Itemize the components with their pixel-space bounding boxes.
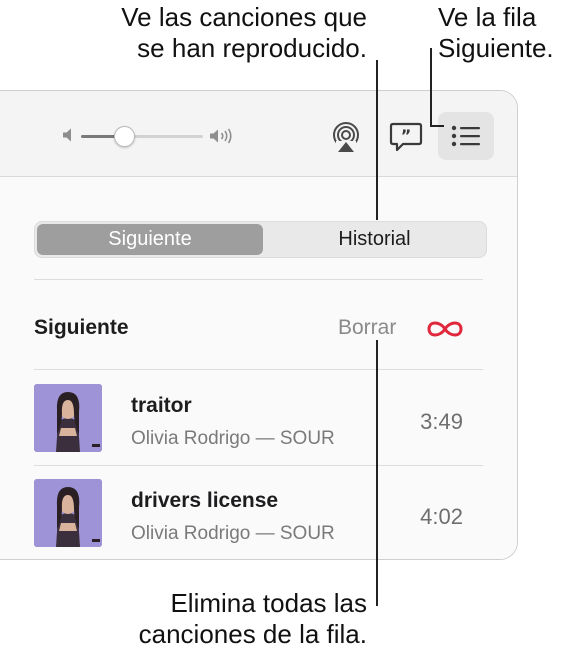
queue-title: Siguiente [34,316,129,339]
song-title: traitor [131,394,192,417]
speaker-low-icon [63,128,71,142]
volume-slider[interactable] [81,126,203,147]
callout-upnext-line2: Siguiente. [438,33,554,63]
song-artist-album: Olivia Rodrigo — SOUR [131,428,335,449]
speaker-high-icon [210,128,232,144]
callout-history-line1: Ve las canciones que [121,2,367,32]
song-duration: 3:49 [420,409,463,434]
callout-upnext: Ve la fila Siguiente. [438,2,554,64]
callout-upnext-line1: Ve la fila [438,2,537,32]
tab-historial[interactable]: Historial [263,224,486,255]
divider [34,465,483,466]
album-artwork [34,384,102,452]
clear-button[interactable]: Borrar [338,316,396,340]
music-window: ” Siguiente Historial Siguiente Borrar t… [0,90,518,560]
list-item[interactable]: drivers license Olivia Rodrigo — SOUR 4:… [34,479,483,559]
list-item[interactable]: traitor Olivia Rodrigo — SOUR 3:49 [34,384,483,468]
callout-clear-line2: canciones de la fila. [138,619,367,649]
lyrics-icon[interactable]: ” [389,121,423,153]
leader-line-history [376,60,378,220]
up-next-list-icon [451,125,480,147]
callout-history: Ve las canciones que se han reproducido. [121,2,367,64]
autoplay-infinity-icon[interactable] [426,319,464,339]
callout-clear: Elimina todas las canciones de la fila. [139,588,367,650]
album-artwork [34,479,102,547]
toolbar: ” [0,91,517,177]
up-next-button[interactable] [438,112,494,160]
callout-clear-line1: Elimina todas las [170,588,367,618]
airplay-icon[interactable] [330,121,362,153]
divider [34,279,483,280]
svg-text:”: ” [401,126,412,145]
volume-knob[interactable] [113,126,135,147]
artwork-image [34,384,102,452]
queue-segmented-control: Siguiente Historial [34,221,487,258]
divider [34,369,483,370]
song-duration: 4:02 [420,504,463,529]
tab-siguiente[interactable]: Siguiente [37,224,263,255]
leader-line-clear [376,340,378,606]
song-title: drivers license [131,489,279,512]
leader-line-upnext-tick [430,125,444,127]
leader-line-upnext [430,48,432,126]
callout-history-line2: se han reproducido. [137,33,367,63]
song-artist-album: Olivia Rodrigo — SOUR [131,523,335,544]
artwork-image [34,479,102,547]
